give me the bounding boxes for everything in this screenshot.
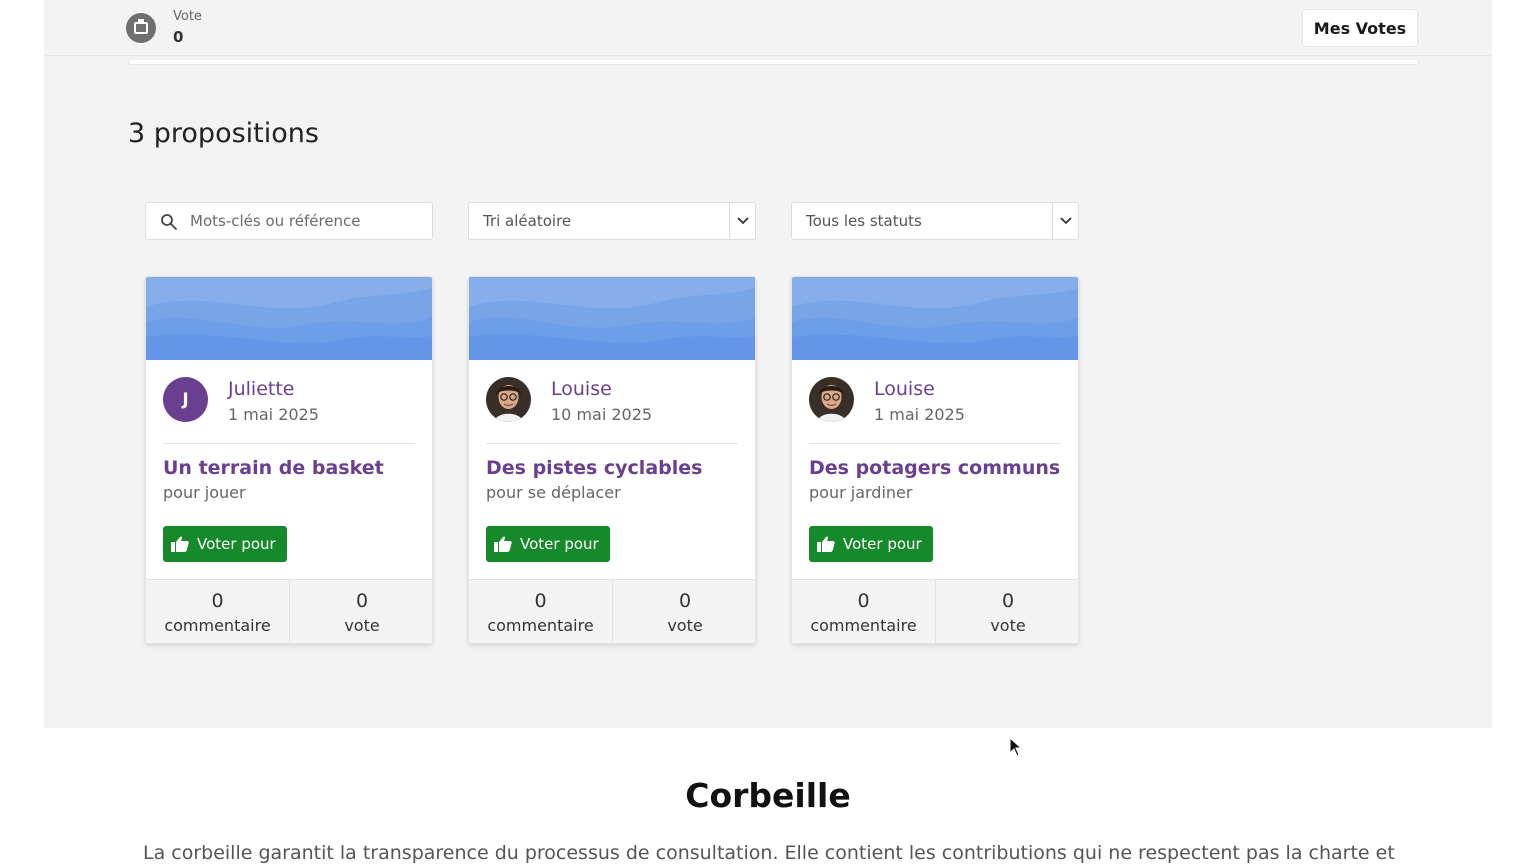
card-author[interactable]: Louise (551, 378, 612, 400)
status-select-value: Tous les statuts (806, 212, 922, 230)
search-box (145, 202, 433, 240)
vote-label: Vote (173, 9, 202, 24)
card-banner-image (792, 277, 1078, 360)
proposal-card[interactable]: Louise 10 mai 2025 Des pistes cyclables … (468, 276, 756, 644)
comment-stat[interactable]: 0 commentaire (792, 580, 936, 643)
vote-for-button[interactable]: Voter pour (486, 526, 610, 562)
sort-select-value: Tri aléatoire (483, 212, 572, 230)
vote-for-label: Voter pour (843, 535, 922, 553)
card-stats: 0 commentaire 0 vote (792, 579, 1078, 643)
vote-label: vote (990, 616, 1026, 635)
thumbs-up-icon (817, 536, 835, 552)
sort-select[interactable]: Tri aléatoire (468, 202, 756, 240)
proposal-card[interactable]: Louise 1 mai 2025 Des potagers communs p… (791, 276, 1079, 644)
vote-label: vote (667, 616, 703, 635)
vote-bar: Vote 0 Mes Votes (44, 0, 1492, 56)
thumbs-up-icon (171, 536, 189, 552)
vote-for-button[interactable]: Voter pour (163, 526, 287, 562)
card-date: 1 mai 2025 (228, 405, 319, 424)
card-stats: 0 commentaire 0 vote (469, 579, 755, 643)
mouse-cursor-icon (1009, 737, 1023, 757)
card-banner-image (146, 277, 432, 360)
comment-stat[interactable]: 0 commentaire (146, 580, 290, 643)
comment-count: 0 (211, 590, 224, 612)
left-margin (0, 0, 44, 864)
card-subtitle: pour jardiner (809, 483, 913, 502)
trash-section-description: La corbeille garantit la transparence du… (143, 842, 1395, 864)
comment-count: 0 (534, 590, 547, 612)
vote-count: 0 (678, 590, 692, 612)
card-subtitle: pour se déplacer (486, 483, 621, 502)
avatar: J (163, 377, 208, 422)
vote-stat: 0 vote (936, 580, 1078, 643)
vote-for-label: Voter pour (520, 535, 599, 553)
divider (809, 443, 1061, 444)
search-icon (161, 214, 177, 230)
vote-label: vote (344, 616, 380, 635)
user-photo (809, 377, 854, 422)
vote-for-label: Voter pour (197, 535, 276, 553)
comment-label: commentaire (164, 616, 271, 635)
card-subtitle: pour jouer (163, 483, 246, 502)
trash-section-title: Corbeille (685, 776, 851, 815)
card-date: 1 mai 2025 (874, 405, 965, 424)
avatar (809, 377, 854, 422)
chevron-down-icon[interactable] (729, 203, 755, 239)
panel-bottom-edge (128, 60, 1419, 65)
vote-count: 0 (1001, 590, 1015, 612)
vote-for-button[interactable]: Voter pour (809, 526, 933, 562)
main-content: Vote 0 Mes Votes 3 propositions Tri aléa… (44, 0, 1492, 728)
search-input[interactable] (190, 211, 420, 231)
divider (163, 443, 415, 444)
card-author[interactable]: Louise (874, 378, 935, 400)
comment-label: commentaire (810, 616, 917, 635)
ballot-box-icon (126, 13, 156, 43)
card-title[interactable]: Un terrain de basket (163, 457, 425, 479)
card-banner-image (469, 277, 755, 360)
card-author[interactable]: Juliette (228, 378, 294, 400)
thumbs-up-icon (494, 536, 512, 552)
proposals-heading: 3 propositions (128, 118, 319, 149)
status-select[interactable]: Tous les statuts (791, 202, 1079, 240)
comment-label: commentaire (487, 616, 594, 635)
card-date: 10 mai 2025 (551, 405, 653, 424)
vote-stat: 0 vote (613, 580, 755, 643)
proposal-card[interactable]: J Juliette 1 mai 2025 Un terrain de bask… (145, 276, 433, 644)
chevron-down-icon[interactable] (1052, 203, 1078, 239)
comment-count: 0 (857, 590, 870, 612)
vote-stat: 0 vote (290, 580, 432, 643)
vote-count: 0 (173, 28, 184, 46)
my-votes-button[interactable]: Mes Votes (1302, 9, 1418, 47)
vote-count: 0 (355, 590, 369, 612)
user-photo (486, 377, 531, 422)
right-margin (1492, 0, 1536, 864)
card-title[interactable]: Des pistes cyclables (486, 457, 748, 479)
card-stats: 0 commentaire 0 vote (146, 579, 432, 643)
divider (486, 443, 738, 444)
comment-stat[interactable]: 0 commentaire (469, 580, 613, 643)
card-title[interactable]: Des potagers communs (809, 457, 1071, 479)
avatar (486, 377, 531, 422)
